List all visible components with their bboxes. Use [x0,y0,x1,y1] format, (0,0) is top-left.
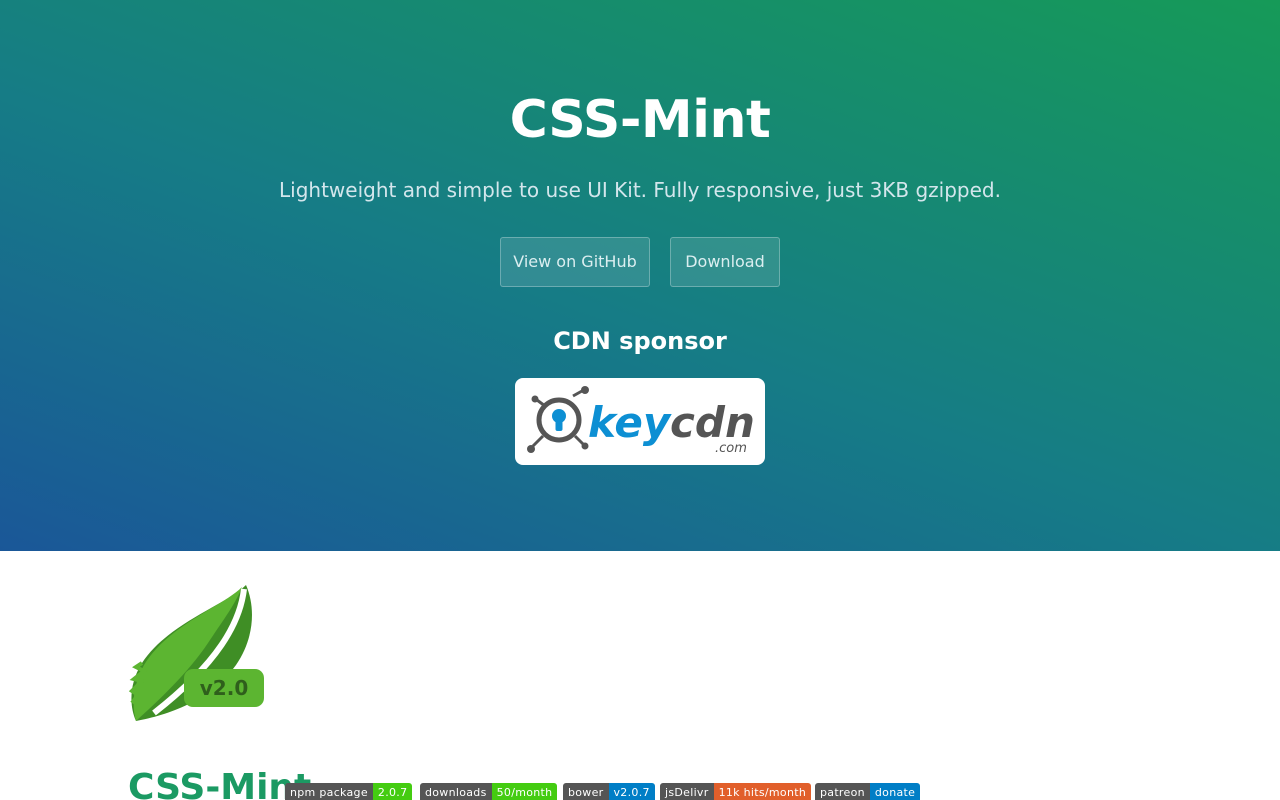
keycdn-logo: key cdn .com [527,386,755,456]
keycdn-logo-dotcom: .com [715,441,747,456]
hero-banner: CSS-Mint Lightweight and simple to use U… [0,0,1280,551]
badge-label: npm package [285,783,373,800]
download-button[interactable]: Download [670,237,780,287]
cdn-sponsor-heading: CDN sponsor [553,327,727,355]
logo-version: v2.0 [200,676,248,700]
keycdn-logo-key: key [588,398,672,447]
mint-leaf-icon: v2.0 [128,585,264,721]
badge-value: 50/month [491,783,558,800]
css-mint-logo: v2.0 [128,583,268,725]
patreon-badge[interactable]: patreon donate [815,783,921,800]
view-on-github-button[interactable]: View on GitHub [500,237,650,287]
hero-subtitle: Lightweight and simple to use UI Kit. Fu… [279,178,1001,202]
badge-label: jsDelivr [660,783,714,800]
badge-label: patreon [815,783,870,800]
hero-title: CSS-Mint [509,90,771,150]
keycdn-logo-cdn: cdn [670,398,755,447]
bower-badge[interactable]: bower v2.0.7 [563,783,655,800]
keycdn-sponsor-link[interactable]: key cdn .com [515,378,765,465]
badge-label: downloads [420,783,492,800]
badge-value: donate [869,783,921,800]
badge-label: bower [563,783,609,800]
npm-package-badge[interactable]: npm package 2.0.7 [285,783,413,800]
badge-value: v2.0.7 [608,783,655,800]
jsdelivr-badge[interactable]: jsDelivr 11k hits/month [660,783,812,800]
keycdn-keyhole-icon [527,386,589,453]
badge-value: 11k hits/month [713,783,812,800]
project-title: CSS-Mint [128,767,312,800]
badge-value: 2.0.7 [372,783,413,800]
downloads-badge[interactable]: downloads 50/month [420,783,558,800]
